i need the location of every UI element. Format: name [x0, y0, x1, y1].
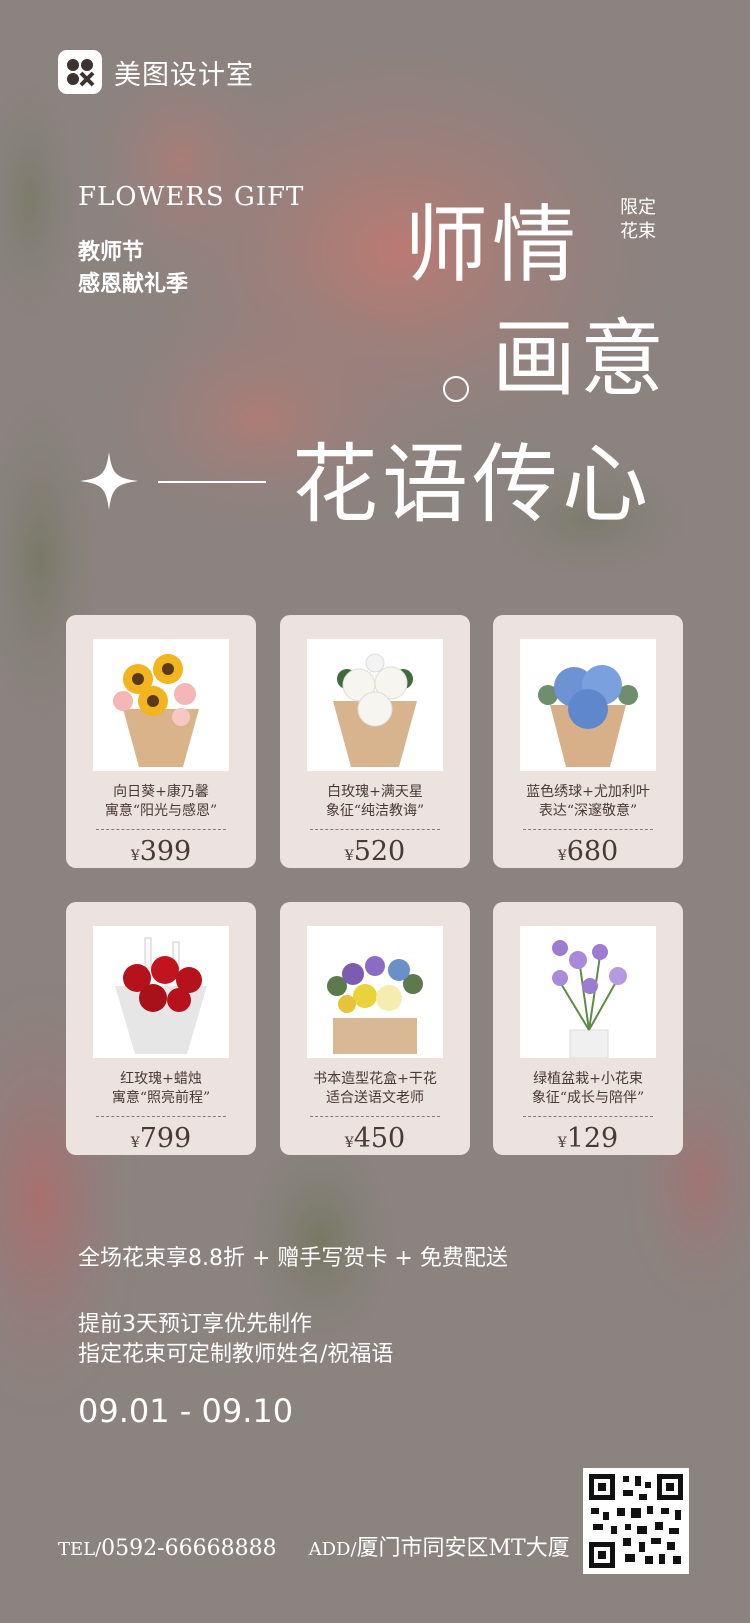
product-card[interactable]: 书本造型花盒+干花 适合送语文老师 ¥450 — [280, 902, 470, 1155]
headline-line-3: 花语传心 — [292, 435, 652, 535]
product-card[interactable]: 向日葵+康乃馨 寓意“阳光与感恩” ¥399 — [66, 615, 256, 868]
brand-name: 美图设计室 — [114, 59, 254, 91]
product-card[interactable]: 白玫瑰+满天星 象征“纯洁教诲” ¥520 — [280, 615, 470, 868]
product-meaning: 表达“深邃敬意” — [538, 803, 638, 819]
product-price: ¥799 — [130, 1123, 192, 1154]
promo-note-1: 提前3天预订享优先制作 — [78, 1312, 312, 1337]
promo-offer: 全场花束享8.8折 + 赠手写贺卡 + 免费配送 — [78, 1246, 508, 1271]
dashed-divider — [310, 1116, 440, 1117]
headline-line-2: 画意 — [492, 310, 669, 408]
product-card[interactable]: 红玫瑰+蜡烛 寓意“照亮前程” ¥799 — [66, 902, 256, 1155]
headline-line-1: 师情 — [404, 196, 581, 294]
product-price: ¥399 — [130, 836, 192, 867]
address-label: ADD/ — [308, 1539, 357, 1560]
dashed-divider — [310, 829, 440, 830]
product-image — [93, 926, 229, 1058]
product-price: ¥680 — [557, 836, 619, 867]
product-image — [93, 639, 229, 771]
subtitle-line-1: 教师节 — [78, 240, 145, 265]
ring-ornament — [443, 376, 469, 402]
logo-icon — [58, 50, 102, 94]
phone-number[interactable]: 0592-66668888 — [101, 1536, 276, 1561]
english-title: FLOWERS GIFT — [78, 182, 305, 212]
limited-tag: 限定花束 — [620, 197, 656, 242]
dashed-divider — [523, 1116, 653, 1117]
dashed-divider — [96, 1116, 226, 1117]
sparkle-star-icon — [80, 452, 138, 514]
product-meaning: 适合送语文老师 — [326, 1090, 424, 1106]
product-name: 向日葵+康乃馨 — [113, 784, 209, 800]
product-image — [307, 926, 443, 1058]
contact-info: TEL/0592-66668888 ADD/厦门市同安区MT大厦 — [58, 1530, 570, 1562]
product-name: 书本造型花盒+干花 — [313, 1071, 437, 1087]
address: 厦门市同安区MT大厦 — [356, 1536, 570, 1561]
product-price: ¥520 — [344, 836, 406, 867]
product-price: ¥129 — [557, 1123, 619, 1154]
product-meaning: 寓意“阳光与感恩” — [104, 803, 218, 819]
brand-logo: 美图设计室 — [58, 50, 254, 94]
product-name: 红玫瑰+蜡烛 — [120, 1071, 202, 1087]
event-dates: 09.01 - 09.10 — [78, 1392, 294, 1430]
product-name: 绿植盆栽+小花束 — [533, 1071, 643, 1087]
product-image — [520, 639, 656, 771]
promo-note-2: 指定花束可定制教师姓名/祝福语 — [78, 1342, 394, 1367]
product-card[interactable]: 蓝色绣球+尤加利叶 表达“深邃敬意” ¥680 — [493, 615, 683, 868]
product-price: ¥450 — [344, 1123, 406, 1154]
product-meaning: 象征“成长与陪伴” — [531, 1090, 645, 1106]
product-card[interactable]: 绿植盆栽+小花束 象征“成长与陪伴” ¥129 — [493, 902, 683, 1155]
tel-label: TEL/ — [58, 1539, 102, 1560]
divider-line — [158, 481, 266, 483]
product-meaning: 寓意“照亮前程” — [111, 1090, 211, 1106]
product-image — [520, 926, 656, 1059]
qr-code-icon[interactable] — [583, 1468, 689, 1574]
product-meaning: 象征“纯洁教诲” — [325, 803, 425, 819]
subtitle-line-2: 感恩献礼季 — [78, 272, 189, 297]
product-name: 蓝色绣球+尤加利叶 — [526, 784, 650, 800]
product-name: 白玫瑰+满天星 — [327, 784, 423, 800]
dashed-divider — [523, 829, 653, 830]
dashed-divider — [96, 829, 226, 830]
product-image — [307, 639, 443, 771]
